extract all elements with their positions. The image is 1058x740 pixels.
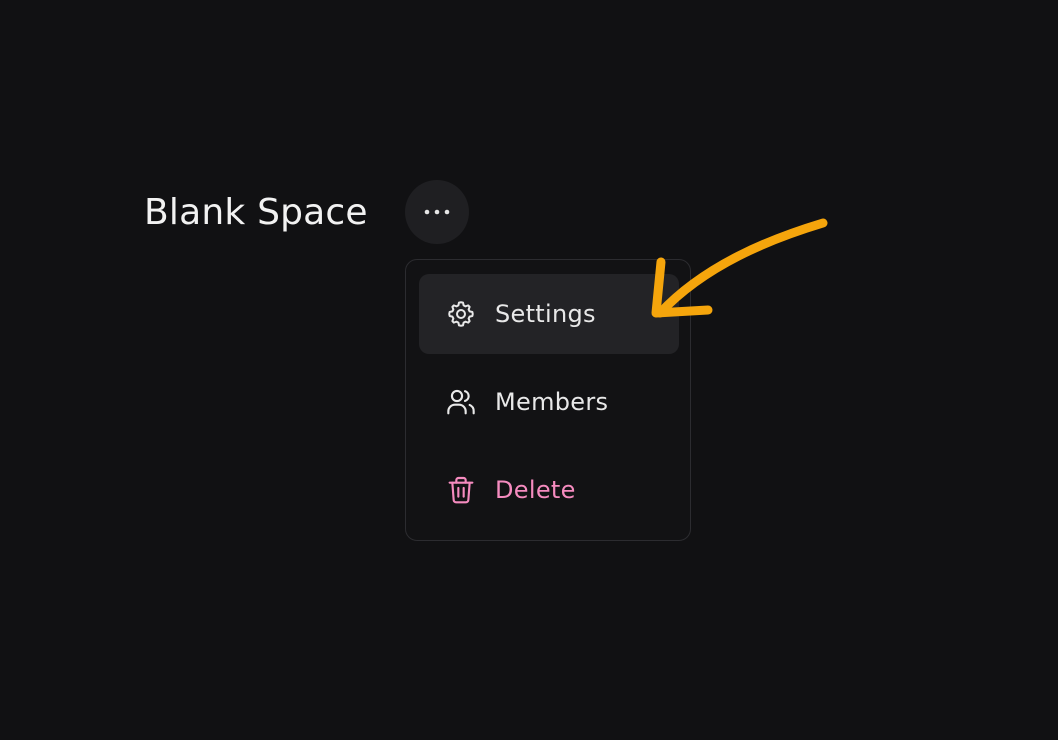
page-title: Blank Space <box>144 192 368 233</box>
menu-item-label: Members <box>495 388 609 416</box>
menu-item-label: Settings <box>495 300 596 328</box>
more-horizontal-icon <box>423 208 451 216</box>
arrow-annotation-icon <box>651 218 828 318</box>
menu-item-label: Delete <box>495 476 576 504</box>
users-icon <box>445 386 477 418</box>
more-options-button[interactable] <box>405 180 469 244</box>
menu-item-members[interactable]: Members <box>419 362 679 442</box>
gear-icon <box>445 298 477 330</box>
trash-icon <box>445 474 477 506</box>
menu-item-delete[interactable]: Delete <box>419 450 679 530</box>
page: Blank Space Settings Members Delete <box>0 0 1058 740</box>
